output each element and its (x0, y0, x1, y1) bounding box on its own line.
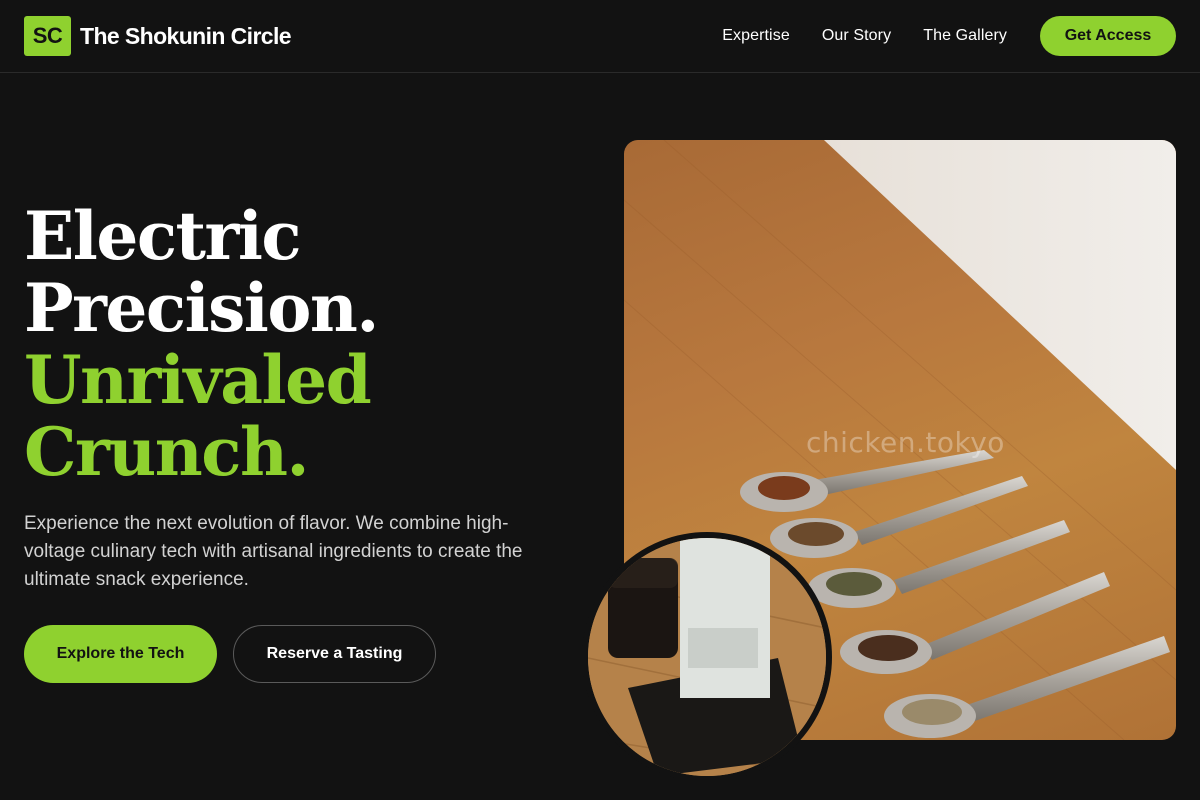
brand-name: The Shokunin Circle (80, 22, 292, 49)
nav-link-our-story[interactable]: Our Story (822, 27, 891, 45)
hero-title-line-3: Unrivaled (24, 341, 372, 419)
hero-description: Experience the next evolution of flavor.… (24, 513, 523, 590)
hero-title-line-4: Crunch. (24, 413, 309, 491)
hero-title: Electric Precision. Unrivaled Crunch. (24, 197, 379, 491)
nav-link-expertise[interactable]: Expertise (722, 27, 790, 45)
landing-page: SC The Shokunin Circle Expertise Our Sto… (0, 0, 1200, 800)
hero-title-line-1: Electric (24, 197, 302, 275)
image-watermark: chicken.tokyo (806, 426, 1005, 459)
coffee-illustration (588, 538, 826, 776)
nav-link-gallery[interactable]: The Gallery (923, 27, 1007, 45)
hero-title-line-2: Precision. (24, 269, 379, 347)
logo-badge: SC (24, 16, 71, 56)
site-header: SC The Shokunin Circle Expertise Our Sto… (0, 0, 1200, 73)
reserve-tasting-button[interactable]: Reserve a Tasting (233, 625, 436, 683)
main-nav: Expertise Our Story The Gallery Get Acce… (722, 16, 1176, 56)
explore-tech-button[interactable]: Explore the Tech (24, 625, 217, 683)
get-access-button[interactable]: Get Access (1040, 16, 1176, 56)
brand[interactable]: SC The Shokunin Circle (24, 16, 292, 56)
inset-image-coffee (582, 532, 832, 782)
